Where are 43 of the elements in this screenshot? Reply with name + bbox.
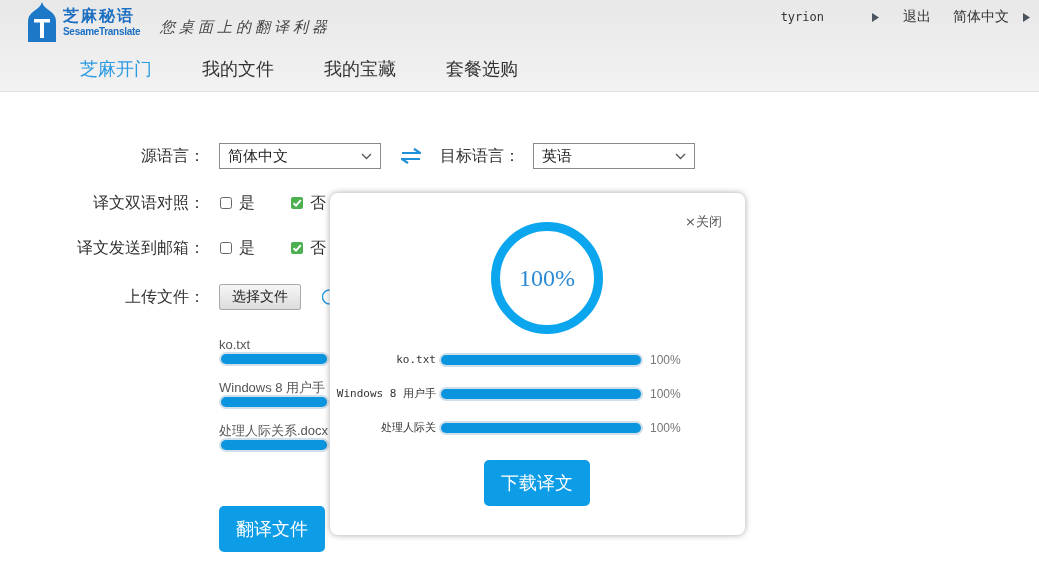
checkbox[interactable] <box>291 197 303 209</box>
progress-percent: 100% <box>650 420 682 437</box>
target-language-select[interactable]: 英语 <box>533 143 695 169</box>
caret-icon[interactable] <box>872 12 879 22</box>
language-menu[interactable]: 简体中文 <box>953 8 1009 26</box>
chevron-icon <box>675 152 686 160</box>
close-button[interactable]: ×关闭 <box>685 213 722 231</box>
choose-file-button[interactable]: 选择文件 <box>219 284 301 310</box>
tagline: 您桌面上的翻译利器 <box>160 17 332 37</box>
checkbox[interactable] <box>220 197 232 209</box>
caret-icon[interactable] <box>1023 12 1030 22</box>
choice-label: 否 <box>310 192 326 214</box>
choice-label: 否 <box>310 237 326 259</box>
field-label: 源语言： <box>140 145 205 167</box>
user-name[interactable]: tyrion <box>780 10 824 24</box>
checkbox[interactable] <box>291 242 303 254</box>
progress-percent: 100% <box>650 352 682 369</box>
overall-percent: 100% <box>519 264 575 292</box>
file-name: Windows 8 用户手 <box>335 386 436 402</box>
checkbox[interactable] <box>220 242 232 254</box>
field-label: 目标语言： <box>440 145 520 167</box>
chevron-icon <box>361 152 372 160</box>
logo-title: 芝麻秘语 <box>63 6 135 26</box>
progress-percent: 100% <box>650 386 682 403</box>
field-label: 上传文件： <box>124 286 205 308</box>
logout-link[interactable]: 退出 <box>903 8 931 26</box>
choice-label: 是 <box>239 192 255 214</box>
nav-tab[interactable]: 我的宝藏 <box>324 57 396 81</box>
swap-icon[interactable] <box>401 148 421 164</box>
logo-subtitle: SesameTranslate <box>63 26 141 38</box>
file-name: 处理人际关系.docx <box>219 422 329 439</box>
nav-tab[interactable]: 套餐选购 <box>446 57 518 81</box>
file-name: ko.txt <box>395 352 436 368</box>
file-name: ko.txt <box>219 336 251 353</box>
field-label: 译文发送到邮箱： <box>76 237 205 259</box>
arc-icon <box>322 289 330 305</box>
source-language-select[interactable]: 简体中文 <box>219 143 381 169</box>
field-label: 译文双语对照： <box>92 192 205 214</box>
nav-tab[interactable]: 我的文件 <box>202 57 274 81</box>
choice-label: 是 <box>239 237 255 259</box>
file-name: 处理人际关 <box>380 420 436 436</box>
file-name: Windows 8 用户手 <box>219 379 326 396</box>
logo-icon <box>27 2 57 42</box>
